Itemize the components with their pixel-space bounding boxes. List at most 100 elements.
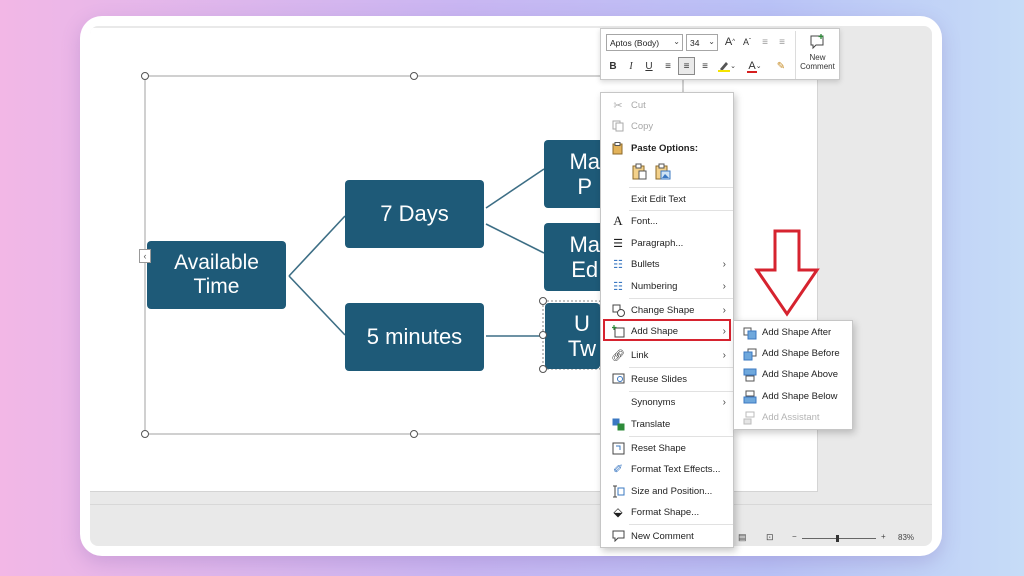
menu-item-new-comment[interactable]: New Comment (601, 526, 733, 546)
font-name-box[interactable]: Aptos (Body) ⌄ (606, 34, 683, 51)
increase-indent-icon[interactable]: ≡ (775, 34, 789, 50)
chevron-right-icon: › (722, 258, 726, 270)
menu-item-paragraph[interactable]: ☰ Paragraph... (601, 233, 733, 253)
notes-area[interactable] (90, 504, 932, 532)
menu-item-reuse-slides[interactable]: Reuse Slides (601, 369, 733, 389)
smartart-branch-shape[interactable]: 7 Days (345, 180, 484, 248)
chevron-down-icon: ⌄ (708, 37, 715, 46)
zoom-level[interactable]: 83% (898, 533, 914, 542)
menu-item-translate[interactable]: Translate (601, 414, 733, 434)
resize-handle[interactable] (410, 72, 418, 80)
menu-separator (629, 367, 733, 368)
menu-item-label: New Comment (631, 530, 694, 542)
menu-item-exit-edit-text[interactable]: Exit Edit Text (601, 189, 733, 209)
new-comment-icon (810, 34, 823, 50)
submenu-item-add-shape-below[interactable]: Add Shape Below (734, 386, 852, 407)
paste-picture-button[interactable] (654, 163, 672, 181)
menu-item-copy[interactable]: Copy (601, 116, 733, 136)
menu-item-format-text-effects[interactable]: ✐ Format Text Effects... (601, 459, 733, 479)
bold-button[interactable]: B (607, 58, 619, 74)
zoom-slider[interactable] (802, 535, 876, 542)
zoom-in-button[interactable]: + (881, 532, 886, 541)
reading-view-icon[interactable]: ▤ (738, 532, 747, 543)
font-icon: A (613, 213, 623, 228)
menu-item-bullets[interactable]: ☷ Bullets › (601, 254, 733, 274)
italic-button[interactable]: I (625, 58, 637, 74)
menu-item-label: Numbering (631, 280, 678, 292)
menu-item-change-shape[interactable]: Change Shape › (601, 300, 733, 320)
highlighter-icon (718, 62, 731, 72)
menu-item-synonyms[interactable]: Synonyms › (601, 392, 733, 412)
menu-item-reset-shape[interactable]: Reset Shape (601, 438, 733, 458)
submenu-item-label: Add Shape Above (762, 369, 839, 380)
submenu-item-label: Add Shape Before (762, 348, 840, 359)
menu-item-numbering[interactable]: ☷ Numbering › (601, 276, 733, 296)
menu-item-label: Reuse Slides (631, 373, 687, 385)
font-size-box[interactable]: 34 ⌄ (686, 34, 718, 51)
menu-item-label: Exit Edit Text (631, 193, 686, 205)
resize-handle[interactable] (141, 72, 149, 80)
menu-item-link[interactable]: 🔗︎ Link › (601, 345, 733, 365)
submenu-item-add-shape-after[interactable]: Add Shape After (734, 322, 852, 343)
decrease-indent-icon[interactable]: ≡ (758, 34, 772, 50)
menu-item-format-shape[interactable]: ⬙ Format Shape... (601, 502, 733, 522)
submenu-item-add-assistant[interactable]: Add Assistant (734, 407, 852, 428)
submenu-item-add-shape-above[interactable]: Add Shape Above (734, 364, 852, 385)
align-right-icon[interactable]: ≡ (698, 58, 712, 74)
slideshow-icon[interactable]: ⊡ (766, 532, 774, 543)
shrink-font-button[interactable]: Aˇ (740, 34, 754, 50)
grow-font-button[interactable]: A ^ (723, 34, 737, 50)
font-color-button[interactable]: A ⌄ (744, 58, 766, 74)
menu-item-cut[interactable]: ✂ Cut (601, 95, 733, 115)
paste-keep-formatting-button[interactable] (631, 163, 649, 181)
zoom-slider-thumb[interactable] (836, 535, 839, 542)
zoom-out-button[interactable]: − (792, 532, 797, 541)
align-center-icon[interactable]: ≡ (678, 57, 695, 75)
resize-handle[interactable] (141, 430, 149, 438)
add-below-icon (743, 390, 757, 403)
smartart-leaf-shape[interactable]: Ma Ed (544, 223, 604, 291)
menu-item-label: Format Shape... (631, 506, 700, 518)
text-pane-toggle[interactable]: ‹ (139, 249, 151, 263)
menu-item-size-position[interactable]: Size and Position... (601, 481, 733, 501)
menu-item-paste-options: Paste Options: (601, 138, 733, 158)
format-painter-icon[interactable]: ✎ (773, 58, 789, 74)
paragraph-icon: ☰ (613, 237, 623, 250)
chevron-down-icon: ⌄ (673, 37, 680, 46)
resize-handle[interactable] (539, 331, 547, 339)
menu-separator (629, 298, 733, 299)
paste-picture-icon (655, 163, 671, 180)
smartart-branch-shape[interactable]: 5 minutes (345, 303, 484, 371)
smartart-leaf-shape[interactable]: Ma P (544, 140, 604, 208)
add-above-icon (743, 368, 757, 381)
menu-item-label: Translate (631, 418, 671, 430)
menu-item-label: Link (631, 349, 649, 361)
menu-item-label: Font... (631, 215, 658, 227)
menu-separator (629, 524, 733, 525)
grow-font-icon: A (724, 36, 733, 48)
status-bar: ▤ ⊡ − + 83% (90, 532, 932, 546)
new-comment-button[interactable]: New Comment (795, 31, 839, 79)
menu-separator (629, 187, 733, 188)
resize-handle[interactable] (410, 430, 418, 438)
menu-separator (629, 436, 733, 437)
copy-icon (611, 119, 625, 133)
add-after-icon (743, 327, 757, 339)
smartart-root-shape[interactable]: Available Time (147, 241, 286, 309)
underline-button[interactable]: U (643, 58, 655, 74)
smartart-leaf-shape-selected[interactable]: U Tw (545, 303, 600, 369)
menu-item-font[interactable]: A Font... (601, 211, 733, 231)
chevron-right-icon: › (722, 304, 726, 316)
translate-icon (611, 417, 625, 431)
reuse-slides-icon (611, 372, 625, 386)
submenu-item-add-shape-before[interactable]: Add Shape Before (734, 343, 852, 364)
align-left-icon[interactable]: ≡ (661, 58, 675, 74)
submenu-item-label: Add Shape After (762, 327, 832, 338)
mini-toolbar: Aptos (Body) ⌄ 34 ⌄ A ^ Aˇ ≡ ≡ B I U ≡ ≡ … (600, 28, 840, 80)
resize-handle[interactable] (539, 297, 547, 305)
numbering-icon: ☷ (613, 280, 623, 293)
chevron-right-icon: › (722, 280, 726, 292)
highlight-color-icon[interactable]: ⌄ (716, 58, 738, 74)
resize-handle[interactable] (539, 365, 547, 373)
menu-item-label: Copy (631, 120, 654, 132)
